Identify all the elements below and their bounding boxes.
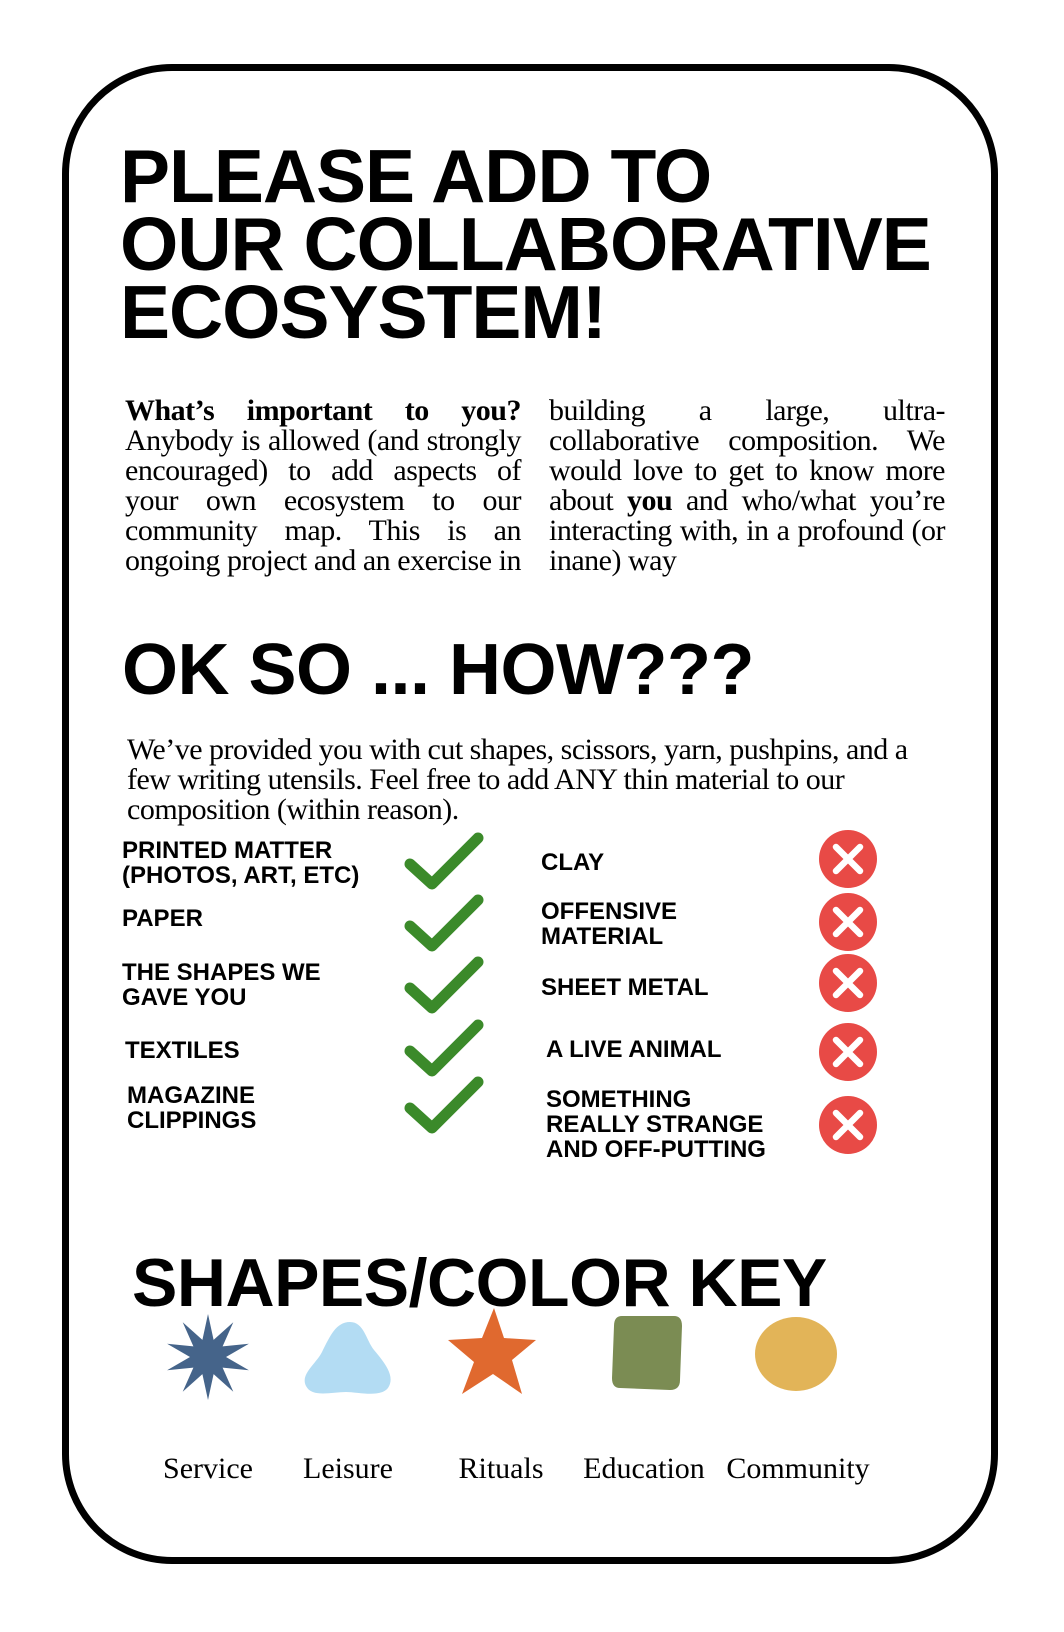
not-allowed-item-live-animal: A LIVE ANIMAL bbox=[546, 1037, 722, 1062]
x-circle-icon bbox=[819, 830, 877, 888]
intro-paragraph: What’s important to you? Anybody is allo… bbox=[125, 394, 946, 576]
check-icon bbox=[404, 894, 484, 952]
rounded-square-icon bbox=[612, 1316, 682, 1390]
key-label-service: Service bbox=[163, 1452, 253, 1485]
not-allowed-item-strange: SOMETHING REALLY STRANGE AND OFF-PUTTING bbox=[546, 1087, 766, 1162]
headline-line-3: ECOSYSTEM! bbox=[120, 270, 607, 354]
check-icon bbox=[404, 832, 484, 890]
not-allowed-item-line: MATERIAL bbox=[541, 923, 664, 950]
star-icon bbox=[448, 1308, 536, 1394]
allowed-item-line: CLIPPINGS bbox=[127, 1107, 257, 1134]
headline-line-1: PLEASE ADD TO bbox=[120, 134, 712, 218]
how-heading: OK SO ... HOW??? bbox=[122, 630, 754, 710]
x-circle-icon bbox=[819, 954, 877, 1012]
check-icon bbox=[404, 1076, 484, 1134]
intro-emphasis: you bbox=[626, 484, 673, 517]
key-label-education: Education bbox=[583, 1452, 705, 1485]
instructions-paragraph: We’ve provided you with cut shapes, scis… bbox=[127, 733, 908, 826]
allowed-item-printed-matter: PRINTED MATTER (PHOTOS, ART, ETC) bbox=[122, 838, 359, 888]
allowed-item-magazine: MAGAZINE CLIPPINGS bbox=[127, 1083, 256, 1133]
key-label-rituals: Rituals bbox=[458, 1452, 544, 1485]
not-allowed-item-line: REALLY STRANGE bbox=[546, 1111, 764, 1138]
allowed-item-line: MAGAZINE bbox=[127, 1082, 255, 1109]
allowed-item-shapes: THE SHAPES WE GAVE YOU bbox=[122, 960, 321, 1010]
not-allowed-item-line: A LIVE ANIMAL bbox=[546, 1036, 722, 1063]
check-icon bbox=[404, 1019, 484, 1077]
blob-icon bbox=[304, 1322, 391, 1394]
allowed-item-paper: PAPER bbox=[122, 906, 203, 931]
not-allowed-item-sheet-metal: SHEET METAL bbox=[541, 975, 709, 1000]
intro-lead: What’s important to you? bbox=[125, 394, 522, 427]
not-allowed-item-line: AND OFF-PUTTING bbox=[546, 1136, 766, 1163]
key-label-community: Community bbox=[726, 1452, 870, 1485]
headline-line-2: OUR COLLABORATIVE bbox=[120, 202, 932, 286]
not-allowed-item-line: CLAY bbox=[541, 849, 605, 876]
key-label-leisure: Leisure bbox=[303, 1452, 393, 1485]
circle-icon bbox=[755, 1317, 837, 1391]
allowed-item-textiles: TEXTILES bbox=[125, 1038, 240, 1063]
not-allowed-item-line: OFFENSIVE bbox=[541, 898, 678, 925]
not-allowed-item-line: SOMETHING bbox=[546, 1086, 692, 1113]
allowed-item-line: PAPER bbox=[122, 905, 203, 932]
x-circle-icon bbox=[819, 1096, 877, 1154]
check-icon bbox=[404, 956, 484, 1014]
allowed-item-line: GAVE YOU bbox=[122, 984, 247, 1011]
x-circle-icon bbox=[819, 893, 877, 951]
not-allowed-item-clay: CLAY bbox=[541, 850, 604, 875]
allowed-item-line: (PHOTOS, ART, ETC) bbox=[122, 862, 360, 889]
x-circle-icon bbox=[819, 1023, 877, 1081]
allowed-item-line: TEXTILES bbox=[125, 1037, 240, 1064]
headline: PLEASE ADD TO OUR COLLABORATIVE ECOSYSTE… bbox=[120, 134, 980, 354]
allowed-item-line: THE SHAPES WE bbox=[122, 959, 321, 986]
not-allowed-item-line: SHEET METAL bbox=[541, 974, 709, 1001]
starburst-icon bbox=[167, 1314, 249, 1400]
not-allowed-item-offensive: OFFENSIVE MATERIAL bbox=[541, 899, 677, 949]
allowed-item-line: PRINTED MATTER bbox=[122, 837, 333, 864]
